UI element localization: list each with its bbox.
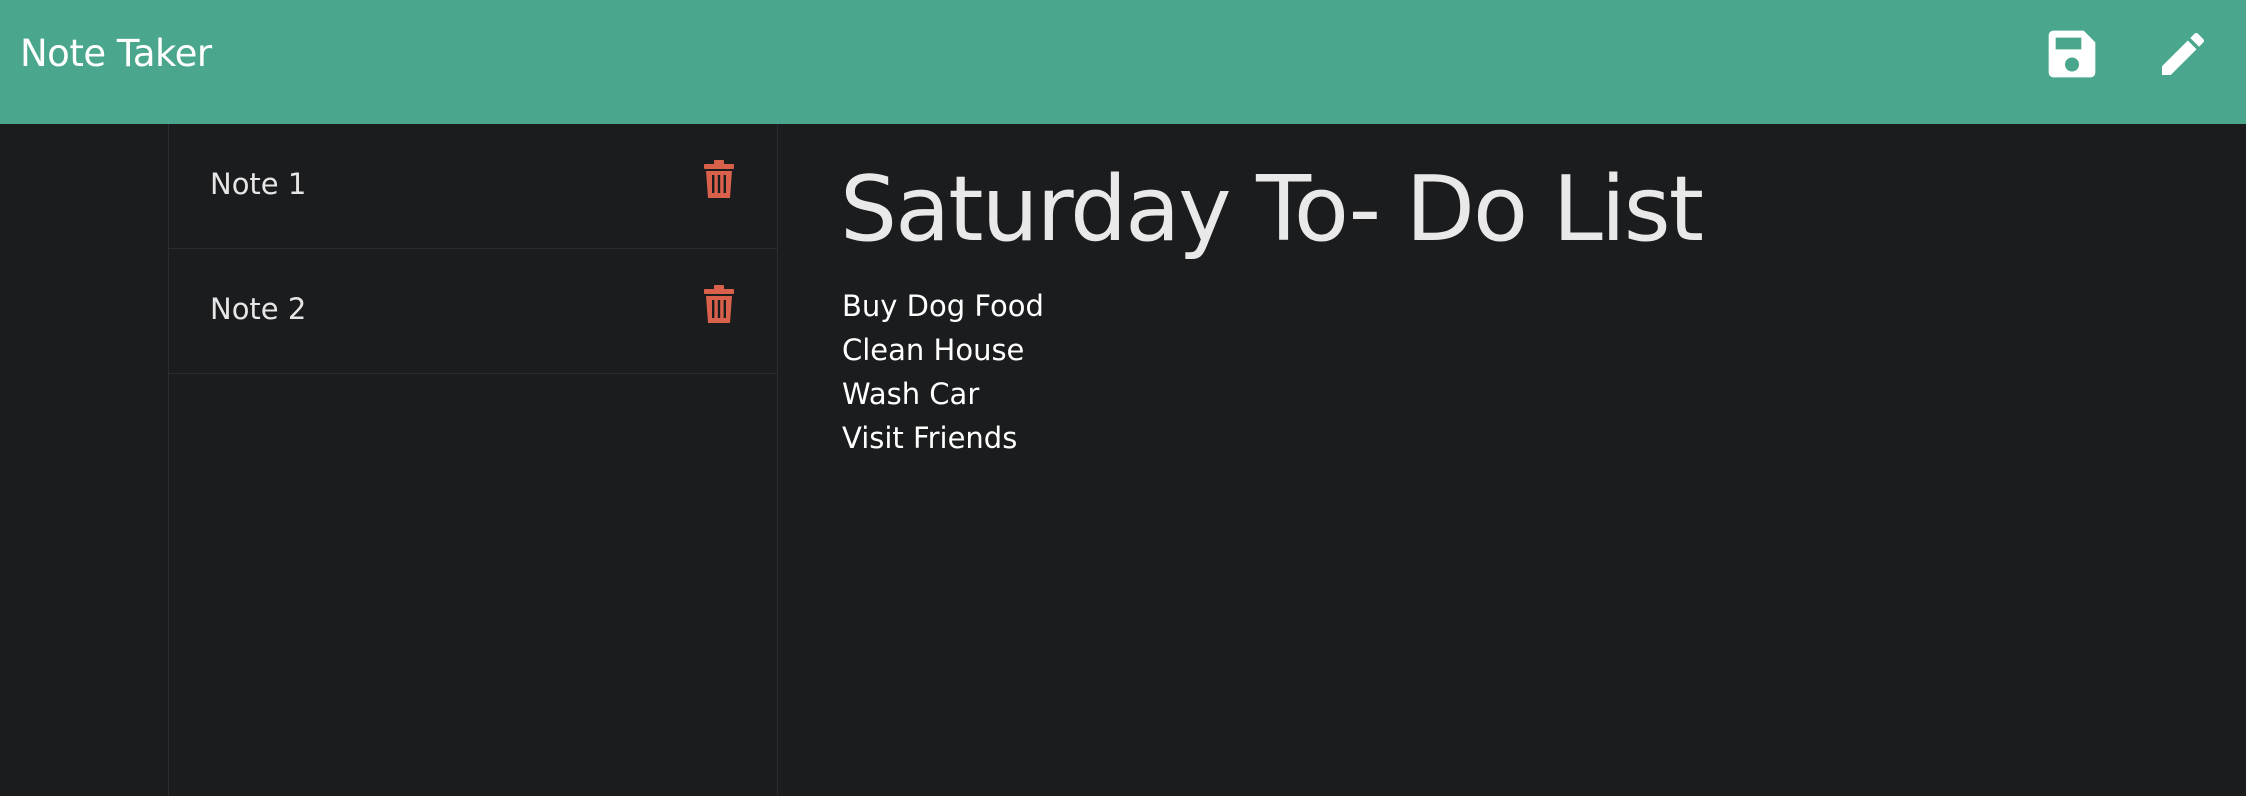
note-item-title: Note 2	[210, 292, 307, 326]
delete-note-button[interactable]	[704, 285, 734, 323]
note-list: Note 1 Note 2	[168, 124, 778, 796]
note-line: Buy Dog Food	[842, 289, 1044, 323]
app-title[interactable]: Note Taker	[20, 28, 212, 80]
note-list-item[interactable]: Note 1	[169, 124, 777, 249]
note-line: Clean House	[842, 333, 1025, 367]
note-title-input[interactable]: Saturday To- Do List	[840, 152, 1704, 268]
navbar: Note Taker	[0, 0, 2246, 124]
trash-icon	[704, 285, 734, 323]
trash-icon	[704, 160, 734, 198]
note-item-title: Note 1	[210, 167, 307, 201]
new-note-button[interactable]	[2155, 26, 2211, 82]
pencil-icon	[2162, 32, 2205, 75]
note-line: Wash Car	[842, 377, 980, 411]
delete-note-button[interactable]	[704, 160, 734, 198]
note-list-item[interactable]: Note 2	[169, 249, 777, 374]
note-editor: Saturday To- Do List Buy Dog Food Clean …	[840, 124, 2190, 774]
note-line: Visit Friends	[842, 421, 1018, 455]
save-note-button[interactable]	[2044, 26, 2100, 82]
note-text-area[interactable]: Buy Dog Food Clean House Wash Car Visit …	[842, 284, 1842, 460]
save-icon	[2048, 30, 2096, 78]
